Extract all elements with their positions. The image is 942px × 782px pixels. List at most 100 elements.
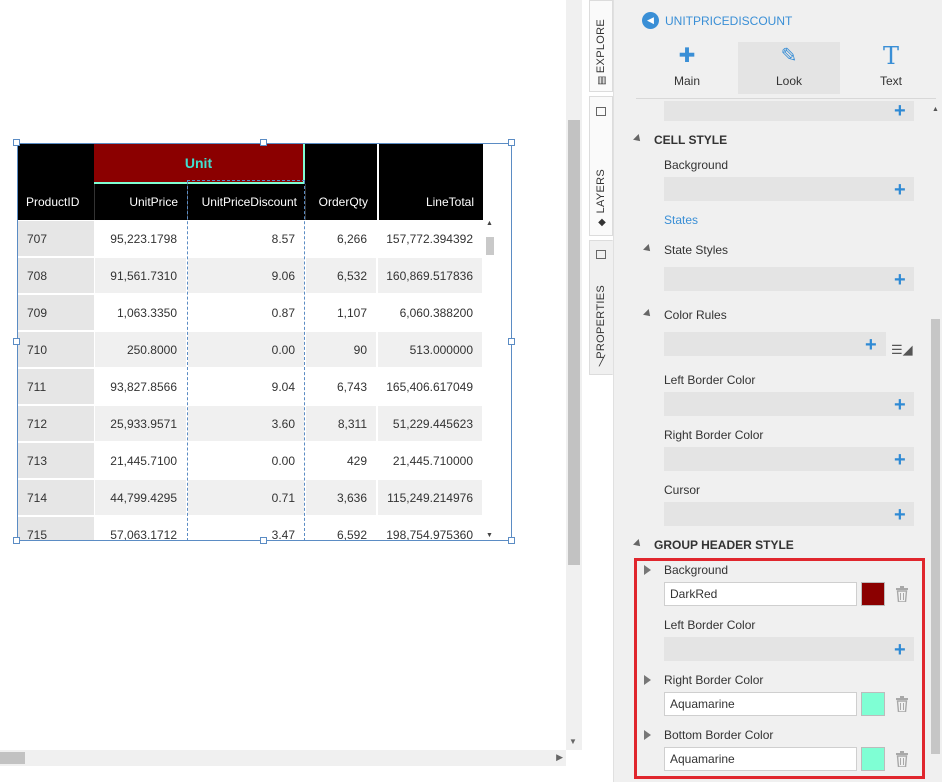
group-background-swatch[interactable] <box>861 582 885 606</box>
cell-unitprice[interactable]: 95,223.1798 <box>95 221 186 256</box>
column-header-productid[interactable]: ProductID <box>18 184 94 220</box>
cell-unitprice[interactable]: 91,561.7310 <box>95 258 186 293</box>
cell-productid[interactable]: 708 <box>18 258 94 293</box>
add-plus-icon[interactable]: + <box>894 640 906 660</box>
add-plus-icon[interactable]: + <box>894 505 906 525</box>
table-row[interactable]: 708 91,561.7310 9.06 6,532 160,869.517836 <box>18 258 483 295</box>
add-plus-icon[interactable]: + <box>894 101 906 121</box>
table-widget[interactable]: Unit ProductID UnitPrice UnitPriceDiscou… <box>17 143 512 541</box>
cell-linetotal[interactable]: 160,869.517836 <box>378 258 482 293</box>
cell-productid[interactable]: 711 <box>18 369 94 404</box>
cell-orderqty[interactable]: 6,592 <box>306 517 376 540</box>
collapse-triangle-icon[interactable] <box>643 309 653 319</box>
add-plus-icon[interactable]: + <box>894 450 906 470</box>
resize-handle-bottom-center[interactable] <box>260 537 267 544</box>
cell-unitprice[interactable]: 250.8000 <box>95 332 186 367</box>
canvas-hscroll-thumb[interactable] <box>0 752 25 764</box>
cell-unitprice[interactable]: 93,827.8566 <box>95 369 186 404</box>
back-arrow-icon[interactable]: ◀ <box>642 12 659 29</box>
cell-productid[interactable]: 713 <box>18 443 94 478</box>
cell-unitprice[interactable]: 57,063.1712 <box>95 517 186 540</box>
cell-unitpricediscount[interactable]: 9.04 <box>188 369 304 404</box>
cell-linetotal[interactable]: 51,229.445623 <box>378 406 482 441</box>
group-background-input[interactable]: DarkRed <box>664 582 857 606</box>
table-row[interactable]: 709 1,063.3350 0.87 1,107 6,060.388200 <box>18 295 483 332</box>
tab-explore[interactable]: EXPLORE ▥ <box>589 0 613 92</box>
cell-orderqty[interactable]: 1,107 <box>306 295 376 330</box>
cell-unitpricediscount[interactable]: 0.00 <box>188 443 304 478</box>
group-bottom-border-input[interactable]: Aquamarine <box>664 747 857 771</box>
canvas-vscroll-thumb[interactable] <box>568 120 580 565</box>
states-link[interactable]: States <box>664 213 698 227</box>
cell-productid[interactable]: 709 <box>18 295 94 330</box>
cell-unitprice[interactable]: 1,063.3350 <box>95 295 186 330</box>
cell-orderqty[interactable]: 6,743 <box>306 369 376 404</box>
cell-unitpricediscount[interactable]: 8.57 <box>188 221 304 256</box>
cell-left-border-field[interactable] <box>664 392 914 416</box>
scroll-down-arrow-icon[interactable]: ▼ <box>569 737 577 746</box>
group-bottom-border-swatch[interactable] <box>861 747 885 771</box>
column-header-unitprice[interactable]: UnitPrice <box>94 184 187 220</box>
cell-background-field[interactable] <box>664 177 914 201</box>
expand-triangle-icon[interactable] <box>644 675 651 685</box>
scroll-up-arrow-icon[interactable]: ▲ <box>486 220 493 227</box>
cell-unitprice[interactable]: 21,445.7100 <box>95 443 186 478</box>
table-row[interactable]: 710 250.8000 0.00 90 513.000000 <box>18 332 483 369</box>
expand-triangle-icon[interactable] <box>644 565 651 575</box>
resize-handle-bottom-left[interactable] <box>13 537 20 544</box>
add-plus-icon[interactable]: + <box>894 180 906 200</box>
group-right-border-swatch[interactable] <box>861 692 885 716</box>
color-rules-field[interactable] <box>664 332 886 356</box>
cell-productid[interactable]: 715 <box>18 517 94 540</box>
cell-orderqty[interactable]: 3,636 <box>306 480 376 515</box>
expand-triangle-icon[interactable] <box>644 730 651 740</box>
table-row[interactable]: 707 95,223.1798 8.57 6,266 157,772.394392 <box>18 221 483 258</box>
cell-productid[interactable]: 710 <box>18 332 94 367</box>
add-plus-icon[interactable]: + <box>894 395 906 415</box>
table-row[interactable]: 711 93,827.8566 9.04 6,743 165,406.617049 <box>18 369 483 406</box>
canvas-horizontal-scrollbar[interactable]: ▶ <box>0 750 566 766</box>
cell-linetotal[interactable]: 21,445.710000 <box>378 443 482 478</box>
trash-icon[interactable] <box>895 696 909 712</box>
cell-unitprice[interactable]: 25,933.9571 <box>95 406 186 441</box>
table-row[interactable]: 713 21,445.7100 0.00 429 21,445.710000 <box>18 443 483 480</box>
add-plus-icon[interactable]: + <box>865 335 877 355</box>
group-left-border-field[interactable] <box>664 637 914 661</box>
resize-handle-top-center[interactable] <box>260 139 267 146</box>
cell-linetotal[interactable]: 6,060.388200 <box>378 295 482 330</box>
table-scrollbar[interactable]: ▲ ▼ <box>483 220 497 540</box>
scroll-right-arrow-icon[interactable]: ▶ <box>556 752 563 763</box>
cursor-field[interactable] <box>664 502 914 526</box>
table-row[interactable]: 715 57,063.1712 3.47 6,592 198,754.975360 <box>18 517 483 540</box>
collapse-triangle-icon[interactable] <box>633 134 643 144</box>
cell-orderqty[interactable]: 6,266 <box>306 221 376 256</box>
menu-lines-icon[interactable]: ☰◢ <box>891 342 913 358</box>
cell-productid[interactable]: 714 <box>18 480 94 515</box>
resize-handle-middle-left[interactable] <box>13 338 20 345</box>
cell-orderqty[interactable]: 429 <box>306 443 376 478</box>
collapse-triangle-icon[interactable] <box>643 244 653 254</box>
cell-productid[interactable]: 707 <box>18 221 94 256</box>
cell-linetotal[interactable]: 157,772.394392 <box>378 221 482 256</box>
tab-properties[interactable]: PROPERTIES ╱ <box>589 240 613 375</box>
cell-unitprice[interactable]: 44,799.4295 <box>95 480 186 515</box>
cell-linetotal[interactable]: 115,249.214976 <box>378 480 482 515</box>
collapse-triangle-icon[interactable] <box>633 539 643 549</box>
cell-linetotal[interactable]: 513.000000 <box>378 332 482 367</box>
cell-orderqty[interactable]: 6,532 <box>306 258 376 293</box>
cell-unitpricediscount[interactable]: 9.06 <box>188 258 304 293</box>
tab-main[interactable]: ✚ Main <box>636 42 738 94</box>
cell-unitpricediscount[interactable]: 3.47 <box>188 517 304 540</box>
scroll-up-arrow-icon[interactable]: ▲ <box>932 106 939 113</box>
cell-productid[interactable]: 712 <box>18 406 94 441</box>
cell-linetotal[interactable]: 198,754.975360 <box>378 517 482 540</box>
state-styles-field[interactable] <box>664 267 914 291</box>
resize-handle-middle-right[interactable] <box>508 338 515 345</box>
tab-look[interactable]: ✎ Look <box>738 42 840 94</box>
table-row[interactable]: 714 44,799.4295 0.71 3,636 115,249.214976 <box>18 480 483 517</box>
cell-unitpricediscount[interactable]: 0.71 <box>188 480 304 515</box>
column-header-linetotal[interactable]: LineTotal <box>377 184 483 220</box>
group-header-unit[interactable]: Unit <box>94 144 305 184</box>
panel-scrollbar[interactable]: ▲ <box>929 104 941 760</box>
cell-unitpricediscount[interactable]: 3.60 <box>188 406 304 441</box>
